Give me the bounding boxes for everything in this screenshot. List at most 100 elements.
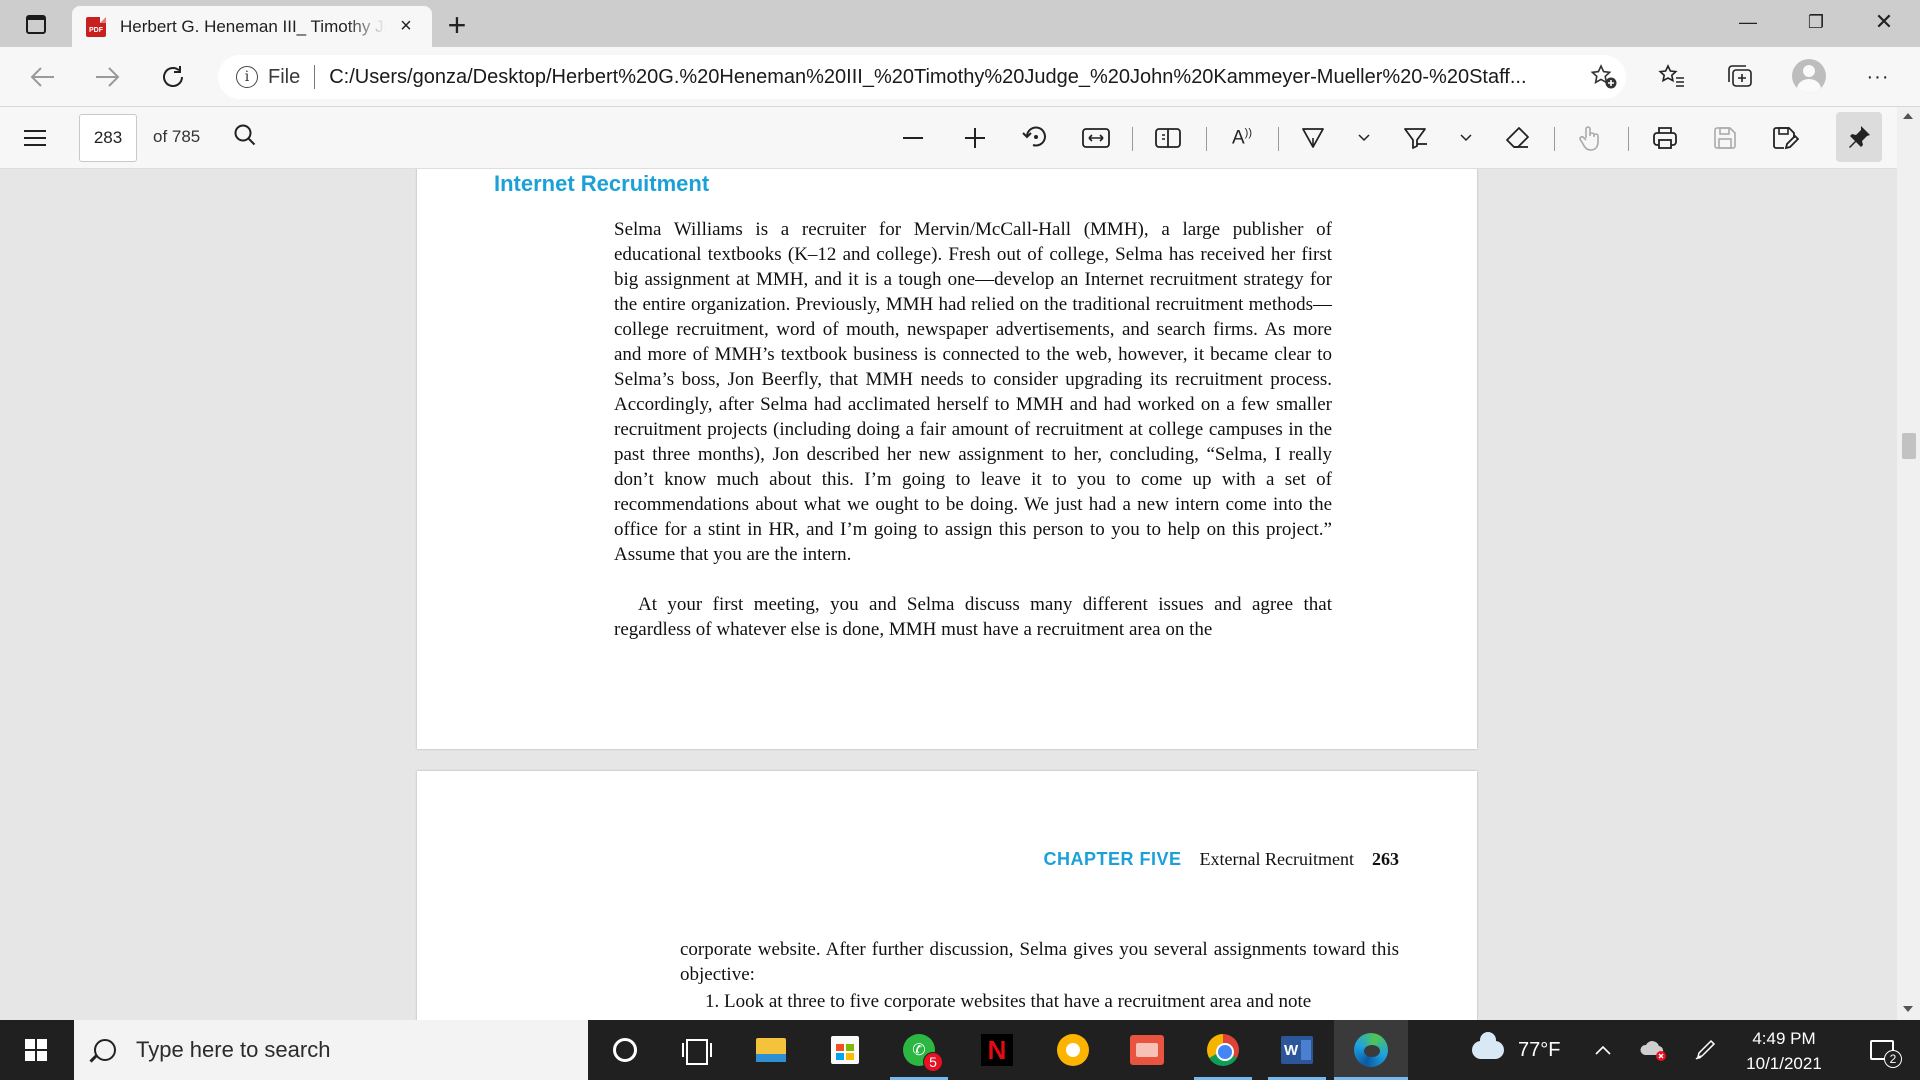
highlight-button[interactable] — [1398, 119, 1432, 157]
draw-pen-icon — [1302, 128, 1324, 148]
word-button[interactable]: W — [1260, 1020, 1334, 1080]
body-paragraph: At your first meeting, you and Selma dis… — [614, 594, 1332, 640]
favorites-icon — [1658, 64, 1684, 87]
onedrive-error-icon — [1640, 1041, 1666, 1061]
tab-actions-button[interactable] — [14, 10, 58, 38]
read-aloud-button[interactable]: A)) — [1222, 119, 1262, 157]
collections-button[interactable] — [1716, 57, 1764, 97]
page-view-button[interactable] — [1150, 119, 1186, 157]
collections-icon — [1728, 65, 1752, 87]
highlight-options-dropdown[interactable] — [1456, 119, 1476, 157]
system-clock[interactable]: 4:49 PM 10/1/2021 — [1728, 1026, 1840, 1076]
list-icon — [24, 137, 46, 139]
print-button[interactable] — [1646, 119, 1684, 157]
table-of-contents-button[interactable] — [20, 121, 54, 155]
scrollbar-thumb[interactable] — [1902, 433, 1916, 459]
profile-avatar[interactable] — [1792, 59, 1826, 93]
section-heading: Internet Recruitment — [494, 171, 710, 196]
search-icon — [234, 124, 256, 146]
show-hidden-icons-button[interactable] — [1588, 1020, 1618, 1080]
pdf-page: Internet Recruitment Selma Williams is a… — [417, 169, 1477, 749]
task-view-button[interactable] — [658, 1020, 732, 1080]
action-center-button[interactable]: 2 — [1852, 1020, 1912, 1080]
favorites-button[interactable] — [1648, 57, 1696, 97]
pdf-viewer[interactable]: Internet Recruitment Selma Williams is a… — [0, 169, 1920, 1020]
page-number-input[interactable] — [79, 114, 137, 162]
toolbar-divider — [1554, 127, 1555, 151]
pen-icon — [1695, 1039, 1716, 1060]
close-window-button[interactable]: ✕ — [1850, 0, 1918, 44]
running-header: CHAPTER FIVE External Recruitment 263 — [1044, 849, 1399, 870]
vertical-scrollbar[interactable] — [1897, 107, 1920, 1020]
cloud-icon — [1472, 1032, 1504, 1059]
weather-widget[interactable]: 77°F — [1472, 1020, 1560, 1080]
back-button[interactable] — [22, 57, 64, 97]
rotate-icon — [1022, 126, 1046, 147]
printer-icon — [1653, 127, 1677, 149]
whatsapp-button[interactable]: ✆ 5 — [882, 1020, 956, 1080]
zoom-out-button[interactable] — [896, 119, 930, 157]
folder-icon — [756, 1038, 786, 1062]
toolbar-divider — [1206, 127, 1207, 151]
printed-page-number: 263 — [1372, 849, 1399, 869]
eraser-icon — [1506, 127, 1529, 148]
netflix-button[interactable]: N — [960, 1020, 1034, 1080]
tab-title: Herbert G. Heneman III_ Timothy Judge_ J… — [120, 16, 386, 36]
cortana-button[interactable] — [588, 1020, 662, 1080]
file-explorer-button[interactable] — [734, 1020, 808, 1080]
chat-app-button[interactable] — [1110, 1020, 1184, 1080]
draw-options-dropdown[interactable] — [1354, 119, 1374, 157]
arrow-right-icon — [96, 67, 120, 87]
scroll-down-arrow-icon[interactable] — [1903, 1006, 1913, 1012]
draw-button[interactable] — [1296, 119, 1330, 157]
pin-toolbar-button[interactable] — [1836, 112, 1882, 162]
task-view-icon — [682, 1039, 712, 1065]
netflix-icon: N — [981, 1034, 1013, 1066]
scheme-label: File — [268, 65, 301, 88]
start-button[interactable] — [0, 1020, 72, 1080]
new-tab-button[interactable]: + — [440, 8, 474, 42]
toolbar-divider — [1132, 127, 1133, 151]
edge-icon — [1354, 1033, 1388, 1067]
address-separator — [314, 65, 316, 89]
forward-button[interactable] — [86, 57, 128, 97]
address-bar[interactable]: i File C:/Users/gonza/Desktop/Herbert%20… — [218, 55, 1626, 99]
chrome-button[interactable] — [1186, 1020, 1260, 1080]
save-disk-icon — [1714, 127, 1736, 149]
tab-close-button[interactable]: × — [394, 15, 418, 39]
cortana-icon — [613, 1038, 637, 1062]
save-button[interactable] — [1706, 119, 1744, 157]
save-as-button[interactable] — [1766, 119, 1804, 157]
chrome-icon — [1207, 1034, 1239, 1066]
body-paragraph: corporate website. After further discuss… — [680, 939, 1399, 985]
edge-button[interactable] — [1334, 1020, 1408, 1080]
info-icon[interactable]: i — [236, 66, 258, 88]
refresh-icon — [163, 66, 183, 87]
microsoft-store-button[interactable] — [808, 1020, 882, 1080]
tab-active[interactable]: PDF Herbert G. Heneman III_ Timothy Judg… — [72, 6, 432, 47]
chapter-label: CHAPTER FIVE — [1043, 849, 1182, 869]
minimize-button[interactable]: — — [1714, 0, 1782, 44]
restore-button[interactable]: ❐ — [1782, 0, 1850, 44]
pen-workspace-button[interactable] — [1688, 1020, 1722, 1080]
fit-to-width-button[interactable] — [1078, 119, 1114, 157]
rotate-button[interactable] — [1018, 119, 1052, 157]
url-text[interactable]: C:/Users/gonza/Desktop/Herbert%20G.%20He… — [329, 66, 1582, 89]
onedrive-button[interactable] — [1636, 1020, 1672, 1080]
norton-button[interactable] — [1036, 1020, 1110, 1080]
erase-button[interactable] — [1500, 119, 1536, 157]
add-favorite-button[interactable] — [1582, 57, 1626, 97]
zoom-in-button[interactable] — [958, 119, 992, 157]
touch-writing-button[interactable] — [1572, 119, 1608, 157]
taskbar-search[interactable]: Type here to search — [74, 1020, 588, 1080]
list-icon — [24, 144, 46, 146]
list-icon — [24, 130, 46, 132]
find-button[interactable] — [230, 121, 264, 155]
word-icon: W — [1281, 1036, 1313, 1064]
pdf-page: CHAPTER FIVE External Recruitment 263 corp… — [417, 771, 1477, 1020]
section-label: External Recruitment — [1199, 849, 1354, 869]
settings-more-button[interactable]: ··· — [1854, 57, 1902, 97]
scroll-up-arrow-icon[interactable] — [1903, 113, 1913, 119]
refresh-button[interactable] — [152, 57, 194, 97]
arrow-left-icon — [30, 67, 54, 87]
